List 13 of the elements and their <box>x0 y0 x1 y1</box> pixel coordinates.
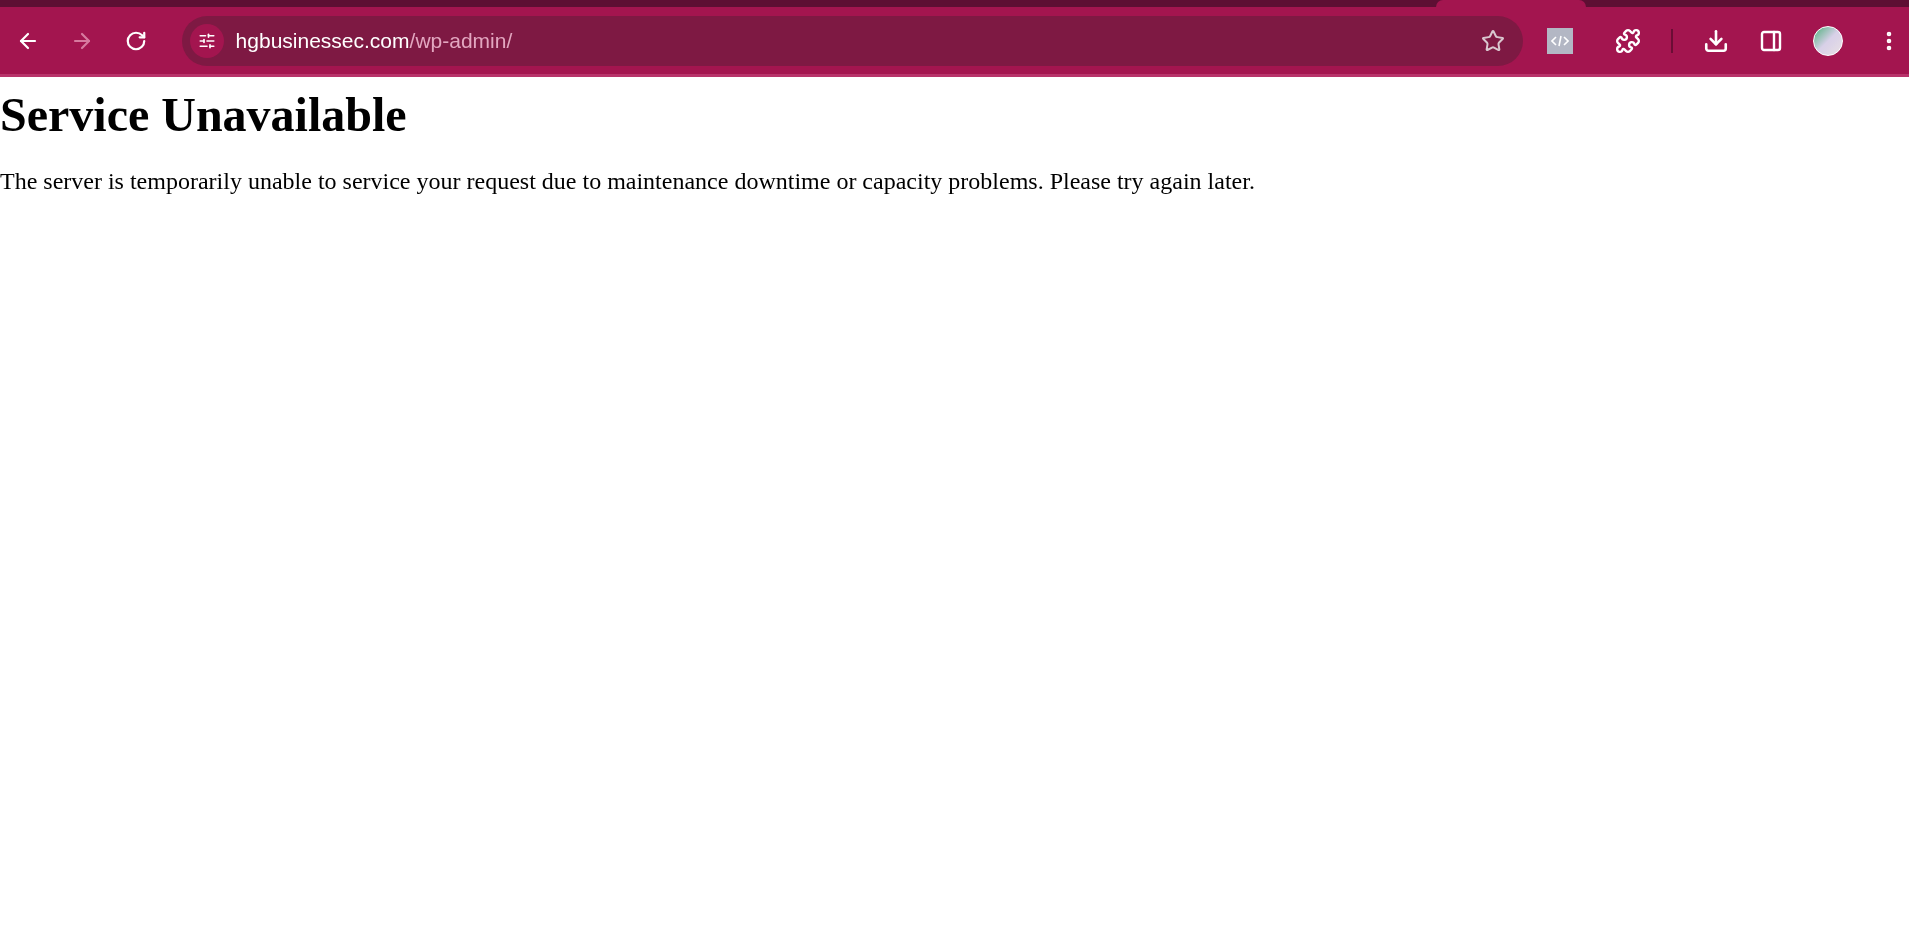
error-message: The server is temporarily unable to service your request due to maintenance downtime or capacity problems. Please try again later. <box>0 167 1255 196</box>
site-settings-button[interactable] <box>189 23 224 58</box>
extensions-puzzle-icon[interactable] <box>1615 27 1641 54</box>
reload-icon <box>125 29 147 52</box>
code-extension-icon[interactable] <box>1547 27 1573 54</box>
url-text: hgbusinessec.com/wp-admin/ <box>235 27 513 54</box>
sliders-icon <box>197 31 216 50</box>
profile-avatar[interactable] <box>1813 25 1843 56</box>
download-icon[interactable] <box>1703 27 1729 54</box>
page-heading: Service Unavailable <box>0 87 407 143</box>
address-bar[interactable]: hgbusinessec.com/wp-admin/ <box>181 15 1523 66</box>
side-panel-icon[interactable] <box>1759 28 1783 53</box>
bookmark-star-icon[interactable] <box>1481 28 1505 53</box>
